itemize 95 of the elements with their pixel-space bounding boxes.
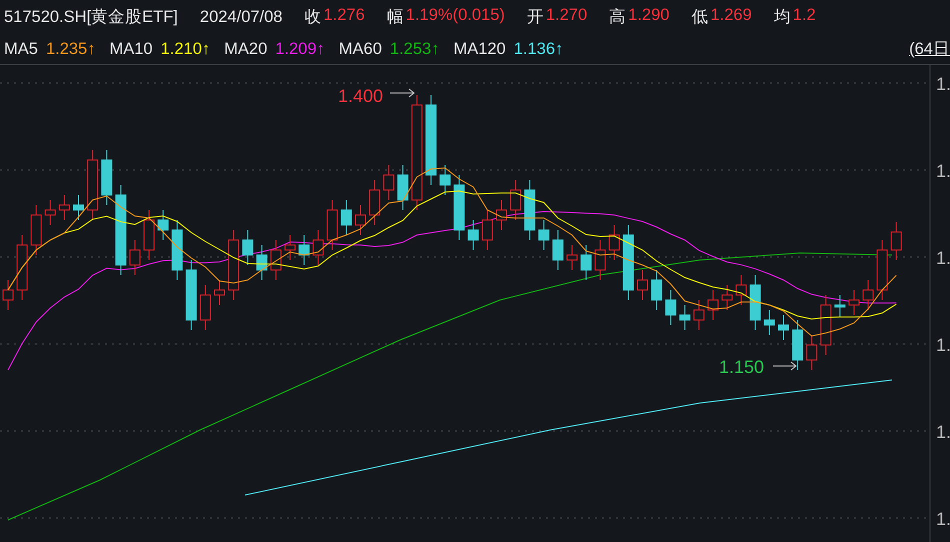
quote-label: 均 (774, 7, 791, 28)
candlestick (129, 240, 140, 276)
ma-legend-value: 1.209↑ (275, 40, 325, 58)
quote-label: 开 (526, 7, 544, 28)
candlestick (397, 164, 408, 210)
period-link[interactable]: (64日 (909, 38, 950, 60)
candlestick (496, 200, 507, 230)
candlestick (693, 300, 704, 330)
candlestick (552, 230, 564, 270)
candlestick (566, 244, 578, 270)
axis-label: 1. (936, 248, 950, 268)
candlestick (820, 294, 832, 356)
price-annotation: 1.150 (719, 357, 764, 377)
candlestick (242, 230, 254, 266)
candlestick (73, 194, 84, 220)
candlestick (340, 200, 352, 236)
ma-legend-label: MA120 (453, 40, 506, 58)
candlestick (144, 210, 154, 260)
candlestick (750, 274, 761, 330)
candlestick (101, 150, 112, 206)
candlestick (778, 314, 789, 340)
candlestick (312, 230, 324, 266)
candlestick (16, 234, 28, 300)
candlestick (454, 174, 465, 240)
candlestick (708, 290, 718, 320)
candlestick (44, 200, 56, 226)
candlestick (298, 234, 310, 266)
candlestick (594, 240, 606, 280)
ma-legend-label: MA60 (338, 40, 382, 58)
candlestick (722, 284, 733, 310)
quote-value: 1.276 (324, 6, 365, 26)
ma-legend-value: 1.235↑ (46, 40, 96, 58)
candlestick (326, 200, 338, 250)
price-annotation: 1.400 (338, 86, 384, 106)
axis-label: 1. (936, 335, 950, 355)
quote-label: 低 (691, 7, 708, 28)
quote-value: 1.269 (710, 6, 752, 26)
quote-value: 1.290 (628, 6, 670, 26)
candlestick (2, 280, 14, 310)
candlestick (228, 230, 240, 300)
ma-legend-label: MA10 (109, 40, 153, 58)
candlestick (792, 320, 804, 370)
candlestick (665, 290, 676, 326)
candlestick (383, 164, 394, 200)
quote-label: 幅 (386, 7, 404, 28)
candlestick (848, 290, 860, 316)
quote-value: 1.2 (792, 6, 816, 26)
candlestick (355, 204, 366, 236)
candlestick (158, 210, 169, 240)
candlestick (876, 240, 888, 300)
candlestick (58, 194, 70, 220)
axis-label: 1. (936, 161, 950, 181)
pointer-arrow (772, 362, 797, 370)
axis-label: 1. (936, 422, 950, 442)
quote-label: 高 (609, 7, 626, 28)
candlestick (806, 334, 818, 370)
candlestick (834, 294, 846, 318)
quote-value: 1.19%(0.015) (406, 6, 505, 26)
candlestick (608, 224, 620, 260)
candlestick (764, 310, 775, 336)
candlestick (510, 180, 522, 220)
candlestick (172, 220, 183, 280)
candlestick (440, 164, 451, 196)
candlestick (468, 220, 479, 250)
candlestick (87, 150, 98, 220)
candlestick (679, 304, 690, 330)
candlestick (736, 274, 747, 306)
candlestick (862, 280, 874, 310)
candlestick (186, 260, 197, 330)
candlestick (214, 280, 225, 306)
pointer-arrow (390, 88, 415, 98)
candlestick (651, 270, 662, 310)
ma-legend-label: MA5 (4, 40, 38, 58)
quote-value: 1.270 (546, 6, 588, 26)
axis-label: 1. (936, 509, 950, 529)
security-title: 517520.SH[黄金股ETF] (4, 7, 178, 28)
candlestick (256, 244, 268, 280)
candlestick (369, 180, 380, 226)
candlestick (580, 244, 592, 280)
ma-legend-value: 1.210↑ (160, 40, 210, 58)
candlestick (30, 204, 42, 256)
quote-label: 收 (304, 7, 322, 28)
ma-legend-value: 1.136↑ (514, 40, 564, 58)
date-label: 2024/07/08 (200, 8, 282, 26)
candlestick (890, 222, 902, 260)
candlestick (270, 240, 282, 280)
candlestick (200, 284, 211, 330)
candlestick (284, 234, 296, 260)
ma-legend-value: 1.253↑ (390, 40, 440, 58)
candlestick (538, 220, 550, 250)
axis-label: 1. (936, 74, 950, 94)
ma-legend-label: MA20 (224, 40, 268, 58)
candlestick (524, 180, 536, 240)
candlestick (637, 270, 648, 300)
candlestick (482, 210, 493, 250)
